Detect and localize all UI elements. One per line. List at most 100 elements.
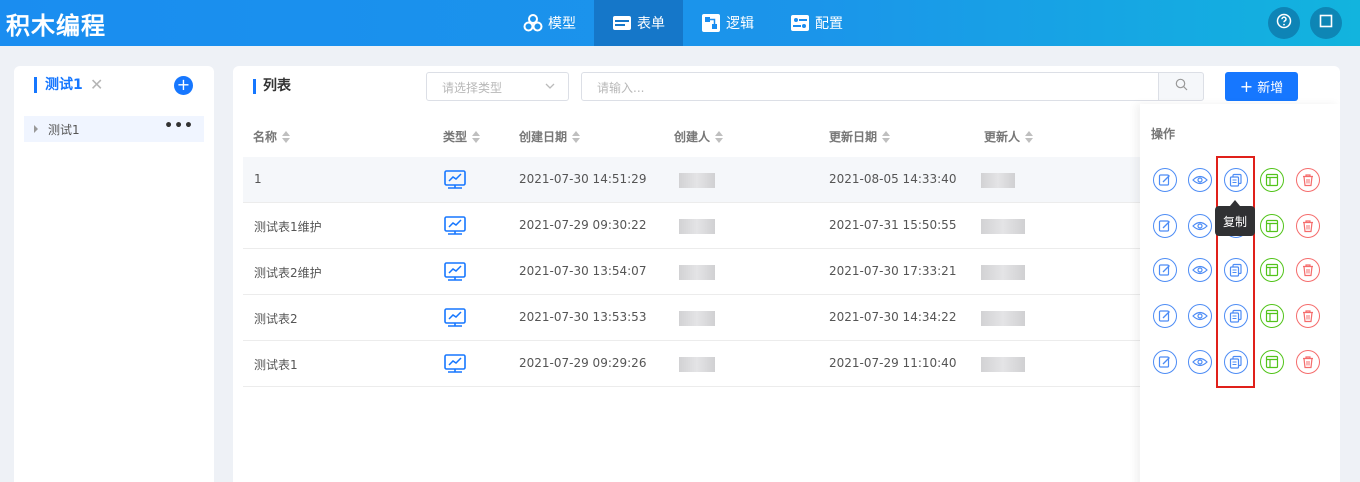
form-design-icon [1265,263,1279,277]
delete-icon [1301,173,1315,187]
edit-button[interactable] [1153,350,1177,374]
cell-updated: 2021-07-30 14:34:22 [829,310,957,324]
monitor-chart-icon [443,352,467,380]
blurred-creator [679,265,715,280]
cell-name: 1 [254,172,262,186]
cell-updated: 2021-07-29 11:10:40 [829,356,957,370]
column-header-name[interactable]: 名称 [253,128,291,145]
sort-icon[interactable] [882,130,891,143]
edit-icon [1158,219,1172,233]
edit-button[interactable] [1153,304,1177,328]
delete-icon [1301,355,1315,369]
add-button[interactable]: + 新增 [1225,72,1298,101]
form-icon [612,13,632,33]
view-icon [1192,356,1208,368]
add-button-label: 新增 [1257,81,1284,96]
sort-icon[interactable] [472,130,481,143]
nav-label: 表单 [637,16,665,32]
blurred-creator [679,357,715,372]
plus-icon: + [1239,77,1254,96]
nav-item-model[interactable]: 模型 [505,0,594,46]
edit-button[interactable] [1153,214,1177,238]
cell-name: 测试表1 [254,358,298,372]
caret-right-icon[interactable] [34,125,38,133]
form-design-button[interactable] [1260,168,1284,192]
tree-item[interactable]: 测试1 ••• [24,116,204,142]
cell-created: 2021-07-29 09:30:22 [519,218,647,232]
edit-icon [1158,309,1172,323]
edit-icon [1158,173,1172,187]
edit-icon [1158,263,1172,277]
delete-button[interactable] [1296,350,1320,374]
nav-item-form[interactable]: 表单 [594,0,683,46]
logic-icon [701,13,721,33]
monitor-chart-icon [443,214,467,242]
cell-name: 测试表1维护 [254,220,322,234]
nav-label: 配置 [815,16,843,32]
blurred-updater [981,311,1025,326]
form-design-button[interactable] [1260,258,1284,282]
search-input[interactable]: 请输入... [581,72,1159,101]
form-design-icon [1265,173,1279,187]
blurred-updater [981,265,1025,280]
delete-button[interactable] [1296,258,1320,282]
view-button[interactable] [1188,350,1212,374]
column-header-created[interactable]: 创建日期 [519,128,581,145]
delete-button[interactable] [1296,304,1320,328]
form-design-button[interactable] [1260,350,1284,374]
form-design-button[interactable] [1260,304,1284,328]
more-icon[interactable]: ••• [164,118,194,134]
app-header: 积木编程 模型 表单 逻辑 配置 [0,0,1360,46]
monitor-chart-icon [443,168,467,196]
search-button[interactable] [1158,72,1204,101]
column-header-updated[interactable]: 更新日期 [829,128,891,145]
close-icon[interactable]: ✕ [90,75,103,94]
view-button[interactable] [1188,304,1212,328]
form-design-icon [1265,355,1279,369]
cell-created: 2021-07-30 14:51:29 [519,172,647,186]
list-title: 列表 [253,79,291,94]
delete-icon [1301,219,1315,233]
cell-updated: 2021-07-31 15:50:55 [829,218,957,232]
cell-name: 测试表2维护 [254,266,322,280]
delete-button[interactable] [1296,214,1320,238]
nav-item-config[interactable]: 配置 [772,0,861,46]
sidebar-title: 测试1 [34,77,83,93]
form-design-icon [1265,219,1279,233]
tree-item-label: 测试1 [48,123,80,137]
blurred-creator [679,219,715,234]
type-select[interactable]: 请选择类型 [426,72,569,101]
annotation-highlight-box [1216,156,1255,388]
column-header-creator[interactable]: 创建人 [674,128,724,145]
delete-icon [1301,263,1315,277]
cell-updated: 2021-07-30 17:33:21 [829,264,957,278]
nav-item-logic[interactable]: 逻辑 [683,0,772,46]
edit-button[interactable] [1153,258,1177,282]
cell-updated: 2021-08-05 14:33:40 [829,172,957,186]
add-node-button[interactable]: + [174,76,193,95]
top-nav: 模型 表单 逻辑 配置 [505,0,861,46]
view-icon [1192,264,1208,276]
window-button[interactable] [1310,7,1342,39]
view-button[interactable] [1188,214,1212,238]
type-select-placeholder: 请选择类型 [442,81,503,95]
nav-label: 模型 [548,16,576,32]
view-button[interactable] [1188,258,1212,282]
sort-icon[interactable] [572,130,581,143]
edit-icon [1158,355,1172,369]
ops-column-header: 操作 [1151,127,1176,141]
blurred-updater [981,173,1015,188]
sort-icon[interactable] [282,130,291,143]
edit-button[interactable] [1153,168,1177,192]
sort-icon[interactable] [1025,130,1034,143]
column-header-updater[interactable]: 更新人 [984,128,1034,145]
column-header-type[interactable]: 类型 [443,128,481,145]
view-button[interactable] [1188,168,1212,192]
delete-icon [1301,309,1315,323]
cell-name: 测试表2 [254,312,298,326]
form-design-button[interactable] [1260,214,1284,238]
cell-created: 2021-07-30 13:53:53 [519,310,647,324]
sort-icon[interactable] [715,130,724,143]
help-button[interactable] [1268,7,1300,39]
delete-button[interactable] [1296,168,1320,192]
